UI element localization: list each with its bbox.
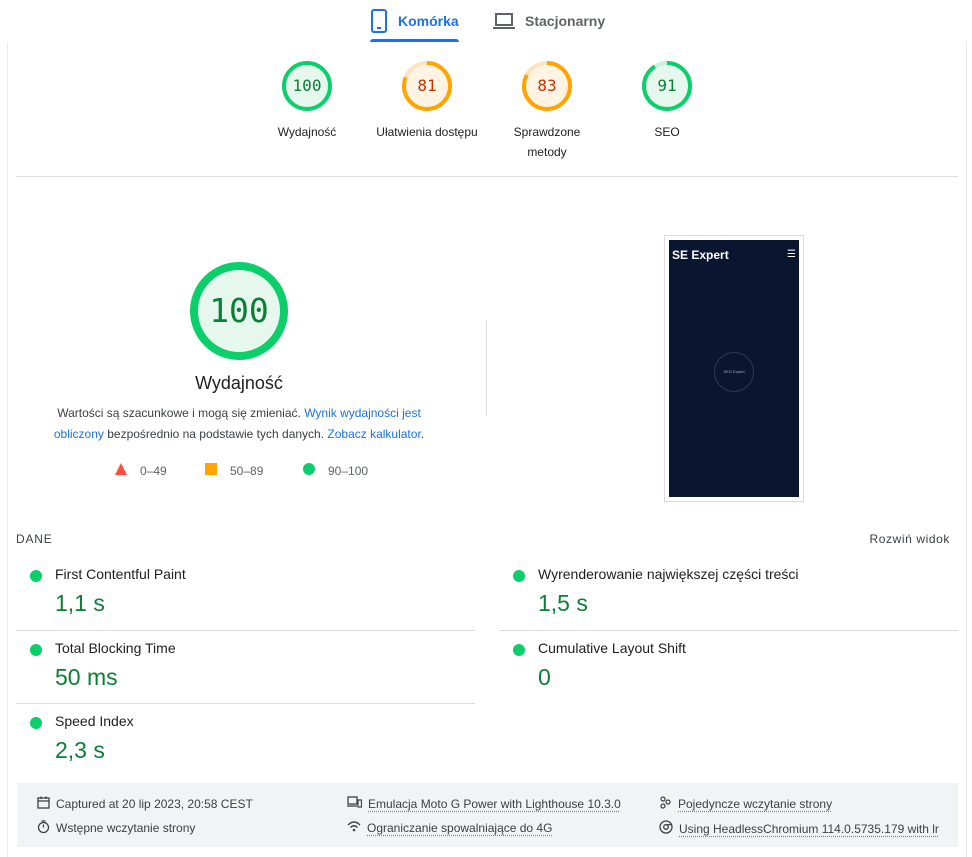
browser-text: Using HeadlessChromium 114.0.5735.179 wi… — [679, 821, 939, 836]
metric-lcp: Wyrenderowanie największej części treści… — [499, 557, 958, 630]
gauge-label: SEO — [654, 125, 680, 139]
tab-desktop[interactable]: Stacjonarny — [493, 0, 613, 42]
green-circle-icon — [303, 463, 315, 478]
performance-gauge-large: 100 — [188, 260, 290, 362]
performance-description: Wartości są szacunkowe i mogą się zmieni… — [40, 403, 438, 445]
loader-text: SEO Expert — [723, 369, 745, 374]
gauge-best-practices[interactable]: 83 Sprawdzone metody — [487, 60, 607, 162]
metric-title: Speed Index — [55, 713, 134, 729]
metric-cls: Cumulative Layout Shift 0 — [499, 630, 958, 703]
emulation-text: Emulacja Moto G Power with Lighthouse 10… — [368, 796, 621, 811]
pass-dot-icon — [513, 644, 525, 656]
devices-icon — [347, 796, 363, 811]
gauge-ring: 100 — [281, 60, 333, 112]
metrics-section-title: DANE — [16, 532, 53, 546]
calendar-icon — [37, 796, 50, 812]
tab-desktop-label: Stacjonarny — [525, 13, 606, 29]
pass-dot-icon — [513, 570, 525, 582]
nodes-icon — [659, 796, 672, 812]
vertical-divider — [486, 320, 487, 416]
hamburger-icon: ☰ — [787, 249, 796, 260]
category-gauges: 100 Wydajność 81 Ułatwienia dostępu 83 S… — [0, 60, 972, 170]
final-screenshot[interactable]: SE Expert ☰ SEO Expert — [664, 235, 804, 502]
tab-mobile-label: Komórka — [398, 13, 459, 29]
metric-title: Cumulative Layout Shift — [538, 640, 686, 656]
initial-load-info: Wstępne wczytanie strony — [37, 820, 195, 836]
legend-pass-label: 90–100 — [328, 463, 369, 478]
legend-average-label: 50–89 — [230, 463, 264, 478]
gauge-label: Sprawdzone metody — [487, 122, 607, 162]
pass-dot-icon — [30, 717, 42, 729]
site-logo: SE Expert — [672, 248, 729, 262]
metric-value: 2,3 s — [55, 737, 105, 763]
loader-circle: SEO Expert — [714, 352, 754, 392]
metric-value: 50 ms — [55, 664, 118, 690]
gauge-label-line1: Sprawdzone — [513, 125, 581, 139]
gauge-ring: 91 — [641, 60, 693, 112]
metric-title: First Contentful Paint — [55, 566, 186, 582]
gauge-value: 83 — [537, 76, 557, 95]
metric-tbt: Total Blocking Time 50 ms — [16, 630, 475, 703]
single-load-info[interactable]: Pojedyncze wczytanie strony — [659, 796, 832, 812]
initial-load-text: Wstępne wczytanie strony — [56, 821, 196, 835]
tab-mobile[interactable]: Komórka — [370, 0, 459, 42]
metric-value: 0 — [538, 664, 551, 690]
metric-fcp: First Contentful Paint 1,1 s — [16, 557, 475, 630]
device-tabs: Komórka Stacjonarny — [0, 0, 972, 42]
pass-dot-icon — [30, 570, 42, 582]
metric-title: Total Blocking Time — [55, 640, 176, 656]
browser-info[interactable]: Using HeadlessChromium 114.0.5735.179 wi… — [659, 820, 939, 837]
screenshot-preview: SE Expert ☰ SEO Expert — [669, 240, 799, 497]
metric-speed-index: Speed Index 2,3 s — [16, 703, 475, 776]
captured-info: Captured at 20 lip 2023, 20:58 CEST — [37, 796, 253, 812]
desc-text-2: bezpośrednio na podstawie tych danych. — [107, 427, 325, 441]
timer-icon — [37, 820, 50, 836]
gauge-label: Wydajność — [277, 125, 337, 139]
red-triangle-icon — [115, 463, 127, 478]
chrome-icon — [659, 820, 673, 837]
legend-fail-label: 0–49 — [140, 463, 167, 478]
desc-text-1: Wartości są szacunkowe i mogą się zmieni… — [57, 406, 301, 420]
pagespeed-report: Komórka Stacjonarny 100 Wydajność 81 Uła… — [0, 0, 972, 857]
laptop-icon — [493, 12, 515, 30]
emulation-info[interactable]: Emulacja Moto G Power with Lighthouse 10… — [347, 796, 621, 811]
gauge-value: 81 — [417, 76, 437, 95]
gauge-accessibility[interactable]: 81 Ułatwienia dostępu — [367, 60, 487, 142]
expand-view-toggle[interactable]: Rozwiń widok — [869, 532, 950, 546]
gauge-ring: 83 — [521, 60, 573, 112]
gauge-seo[interactable]: 91 SEO — [607, 60, 727, 142]
gauge-performance[interactable]: 100 Wydajność — [247, 60, 367, 142]
performance-score: 100 — [209, 291, 269, 330]
captured-text: Captured at 20 lip 2023, 20:58 CEST — [56, 797, 253, 811]
metric-title: Wyrenderowanie największej części treści — [538, 566, 799, 582]
wifi-icon — [347, 820, 361, 835]
section-divider — [16, 176, 958, 177]
smartphone-icon — [370, 9, 388, 33]
throttling-text: Ograniczanie spowalniające do 4G — [367, 820, 553, 835]
legend-fail: 0–49 — [115, 463, 167, 478]
gauge-label: Ułatwienia dostępu — [376, 125, 478, 139]
metric-value: 1,5 s — [538, 590, 588, 616]
single-load-text: Pojedyncze wczytanie strony — [678, 797, 833, 811]
pass-dot-icon — [30, 644, 42, 656]
metric-value: 1,1 s — [55, 590, 105, 616]
legend-pass: 90–100 — [303, 463, 368, 478]
gauge-ring: 81 — [401, 60, 453, 112]
orange-square-icon — [205, 463, 217, 478]
calculator-link[interactable]: Zobacz kalkulator — [327, 427, 420, 441]
gauge-label-line2: metody — [527, 145, 567, 159]
desc-text-3: . — [420, 427, 425, 441]
legend-average: 50–89 — [205, 463, 263, 478]
gauge-value: 100 — [292, 76, 322, 95]
performance-title: Wydajność — [195, 373, 283, 393]
runtime-info: Captured at 20 lip 2023, 20:58 CEST Wstę… — [17, 783, 958, 847]
throttling-info[interactable]: Ograniczanie spowalniające do 4G — [347, 820, 552, 835]
gauge-value: 91 — [657, 76, 677, 95]
